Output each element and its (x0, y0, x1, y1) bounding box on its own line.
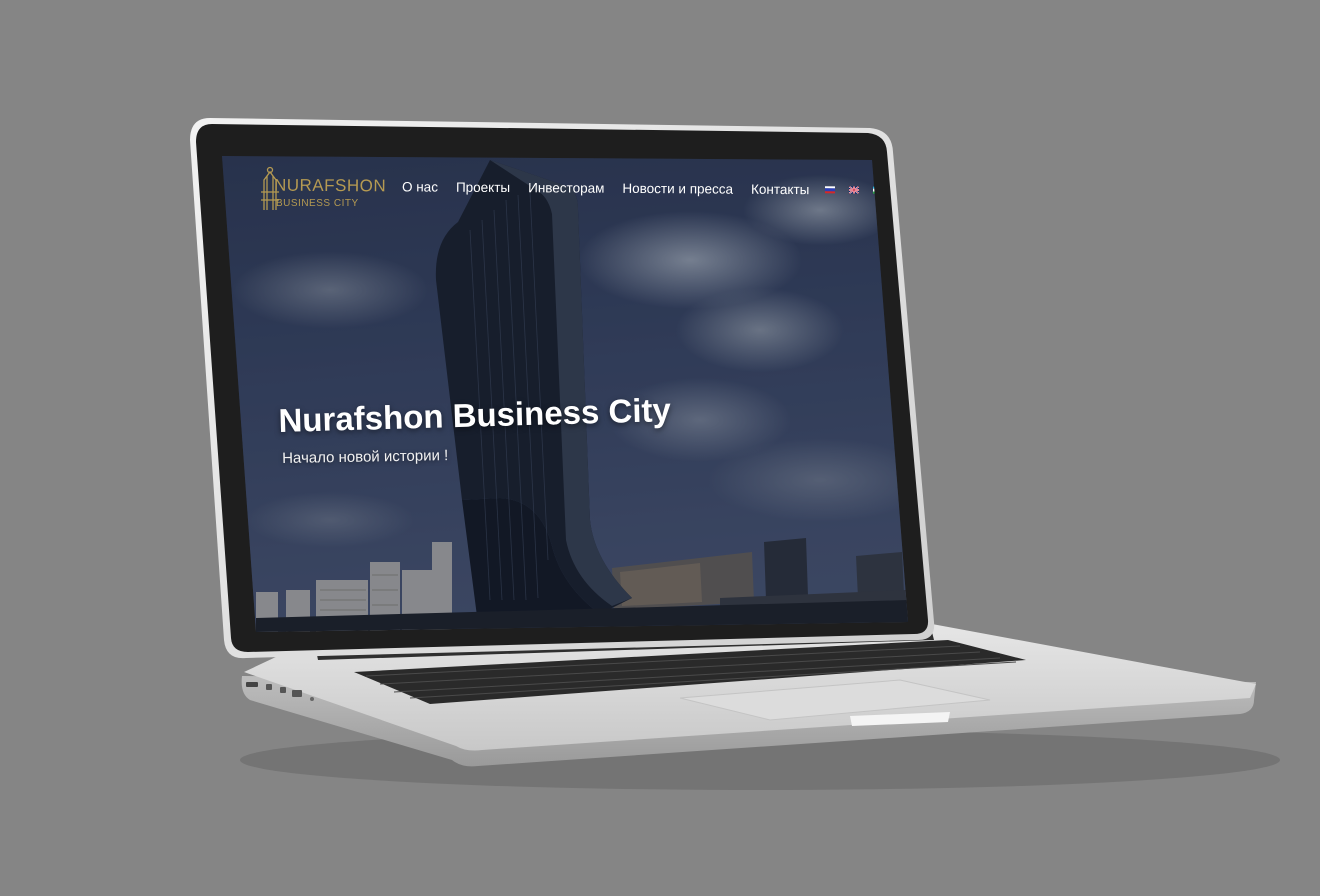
nav-item-investors[interactable]: Инвесторам (528, 180, 604, 196)
logo-subtitle: BUSINESS CITY (276, 198, 359, 209)
flag-gb-icon[interactable] (849, 186, 860, 194)
hero-subtitle: Начало новой истории ! (282, 447, 449, 467)
nav-item-contacts[interactable]: Контакты (751, 182, 809, 197)
flag-ru-icon[interactable] (825, 186, 836, 194)
nav-item-about[interactable]: О нас (402, 179, 438, 194)
nav-item-news-press[interactable]: Новости и пресса (622, 181, 733, 197)
nav-item-projects[interactable]: Проекты (456, 180, 510, 195)
logo-wordmark: NURAFSHON (273, 175, 387, 196)
